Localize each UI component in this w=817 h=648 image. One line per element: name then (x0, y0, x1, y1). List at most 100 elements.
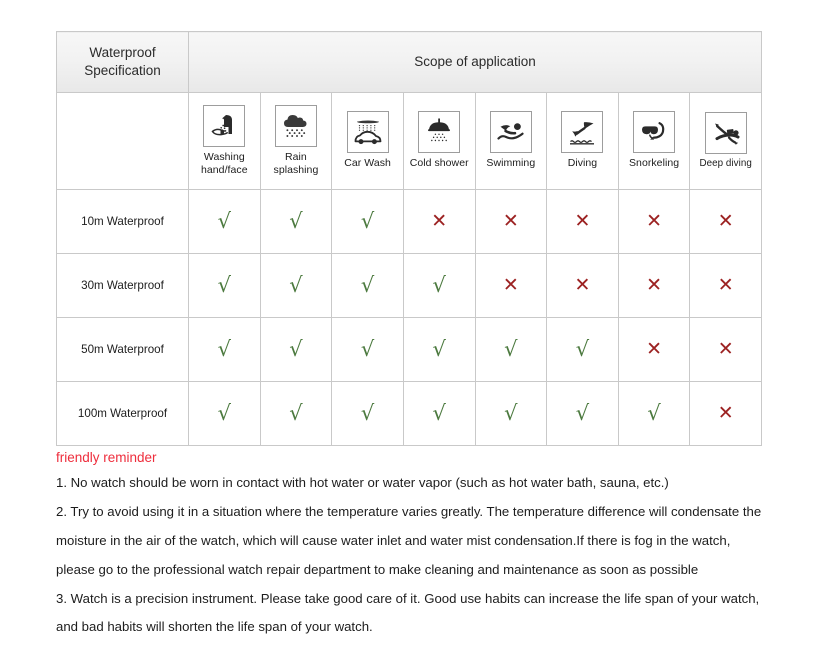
note-line-6: and bad habits will shorten the life spa… (56, 619, 373, 635)
cross-mark-icon: ✕ (646, 273, 663, 296)
cell-50m-diving: √ (546, 317, 619, 382)
check-mark-icon: √ (289, 208, 303, 233)
cell-30m-cold-shower: √ (402, 253, 476, 318)
check-mark-icon: √ (360, 208, 375, 233)
icon-row-blank-cell (56, 92, 189, 190)
column-label-diving: Diving (567, 157, 598, 170)
table-row: 30m Waterproof √ √ √ √ ✕ ✕ ✕ ✕ (56, 253, 762, 318)
column-snorkeling: Snorkeling (617, 92, 691, 190)
column-label-snorkeling: Snorkeling (629, 157, 680, 170)
column-diving: Diving (546, 92, 619, 190)
waterproof-specification-table: Waterproof Specification Scope of applic… (56, 31, 762, 446)
check-mark-icon: √ (432, 272, 446, 297)
swimming-icon (489, 111, 532, 154)
friendly-reminder-title: friendly reminder (56, 450, 157, 465)
check-mark-icon: √ (360, 336, 375, 361)
cross-mark-icon: ✕ (646, 337, 663, 360)
cross-mark-icon: ✕ (574, 273, 591, 296)
row-label-30m: 30m Waterproof (56, 253, 189, 318)
column-swimming: Swimming (474, 92, 548, 190)
note-line-3: moisture in the air of the watch, which … (56, 532, 731, 548)
check-mark-icon: √ (575, 336, 590, 361)
check-mark-icon: √ (575, 400, 590, 425)
table-row: 50m Waterproof √ √ √ √ √ √ ✕ ✕ (56, 317, 762, 382)
row-label-100m: 100m Waterproof (56, 381, 189, 446)
table-row: 100m Waterproof √ √ √ √ √ √ √ ✕ (56, 381, 762, 446)
check-mark-icon: √ (217, 208, 231, 233)
column-label-rain-splashing: Rain splashing (273, 150, 319, 176)
cell-10m-car-wash: √ (331, 189, 404, 254)
cold-shower-icon (418, 111, 461, 154)
column-label-cold-shower: Cold shower (409, 157, 469, 170)
cross-mark-icon: ✕ (717, 209, 734, 232)
column-deep-diving: Deep diving (689, 92, 762, 190)
check-mark-icon: √ (360, 400, 375, 425)
cell-30m-deep-diving: ✕ (689, 253, 762, 318)
cell-10m-snorkeling: ✕ (617, 189, 691, 254)
cross-mark-icon: ✕ (717, 337, 734, 360)
cell-30m-snorkeling: ✕ (617, 253, 691, 318)
check-mark-icon: √ (432, 400, 446, 425)
snorkeling-icon (633, 111, 676, 154)
spec-header-line1: Waterproof (89, 44, 156, 60)
cell-100m-diving: √ (546, 381, 619, 446)
column-cold-shower: Cold shower (402, 92, 476, 190)
cell-50m-car-wash: √ (331, 317, 404, 382)
check-mark-icon: √ (217, 400, 231, 425)
check-mark-icon: √ (647, 400, 661, 425)
note-line-4: please go to the professional watch repa… (56, 561, 699, 577)
check-mark-icon: √ (217, 272, 231, 297)
cell-30m-washing-hand-face: √ (188, 253, 261, 318)
cell-100m-cold-shower: √ (402, 381, 476, 446)
cell-10m-swimming: ✕ (474, 189, 548, 254)
check-mark-icon: √ (360, 272, 375, 297)
cell-10m-rain-splashing: √ (259, 189, 333, 254)
car-wash-icon (346, 111, 389, 154)
column-label-car-wash: Car Wash (344, 157, 391, 170)
cell-50m-snorkeling: ✕ (617, 317, 691, 382)
diving-icon (561, 111, 604, 154)
activity-icon-row: Washing hand/face Rain splashing Car Was… (56, 92, 762, 190)
column-rain-splashing: Rain splashing (259, 92, 333, 190)
deep-diving-icon (704, 111, 747, 154)
check-mark-icon: √ (289, 400, 303, 425)
scope-of-application-header: Scope of application (188, 31, 762, 93)
table-row: 10m Waterproof √ √ √ ✕ ✕ ✕ ✕ ✕ (56, 189, 762, 254)
column-label-deep-diving: Deep diving (699, 157, 752, 169)
cell-50m-rain-splashing: √ (259, 317, 333, 382)
cell-100m-swimming: √ (474, 381, 548, 446)
cross-mark-icon: ✕ (574, 209, 591, 232)
cell-30m-rain-splashing: √ (259, 253, 333, 318)
cell-30m-car-wash: √ (331, 253, 404, 318)
spec-header-line2: Specification (84, 63, 161, 78)
column-washing-hand-face: Washing hand/face (188, 92, 261, 190)
cell-30m-swimming: ✕ (474, 253, 548, 318)
column-car-wash: Car Wash (331, 92, 404, 190)
cell-100m-rain-splashing: √ (259, 381, 333, 446)
column-label-swimming: Swimming (486, 157, 536, 170)
check-mark-icon: √ (504, 336, 518, 361)
cross-mark-icon: ✕ (717, 273, 734, 296)
cross-mark-icon: ✕ (502, 273, 519, 296)
cell-10m-cold-shower: ✕ (402, 189, 476, 254)
note-line-1: 1. No watch should be worn in contact wi… (56, 475, 669, 491)
column-label-washing-hand-face: Washing hand/face (201, 150, 248, 176)
check-mark-icon: √ (432, 336, 446, 361)
check-mark-icon: √ (289, 272, 303, 297)
washing-hand-face-icon (203, 104, 246, 147)
cell-10m-washing-hand-face: √ (188, 189, 261, 254)
cross-mark-icon: ✕ (431, 209, 448, 232)
cell-50m-swimming: √ (474, 317, 548, 382)
check-mark-icon: √ (289, 336, 303, 361)
cell-30m-diving: ✕ (546, 253, 619, 318)
cell-10m-diving: ✕ (546, 189, 619, 254)
cell-100m-deep-diving: ✕ (689, 381, 762, 446)
cell-10m-deep-diving: ✕ (689, 189, 762, 254)
rain-splashing-icon (274, 104, 317, 147)
note-line-5: 3. Watch is a precision instrument. Plea… (56, 590, 760, 606)
cross-mark-icon: ✕ (502, 209, 519, 232)
row-label-10m: 10m Waterproof (56, 189, 189, 254)
cell-100m-car-wash: √ (331, 381, 404, 446)
waterproof-spec-page: Waterproof Specification Scope of applic… (0, 0, 817, 642)
cell-50m-deep-diving: ✕ (689, 317, 762, 382)
